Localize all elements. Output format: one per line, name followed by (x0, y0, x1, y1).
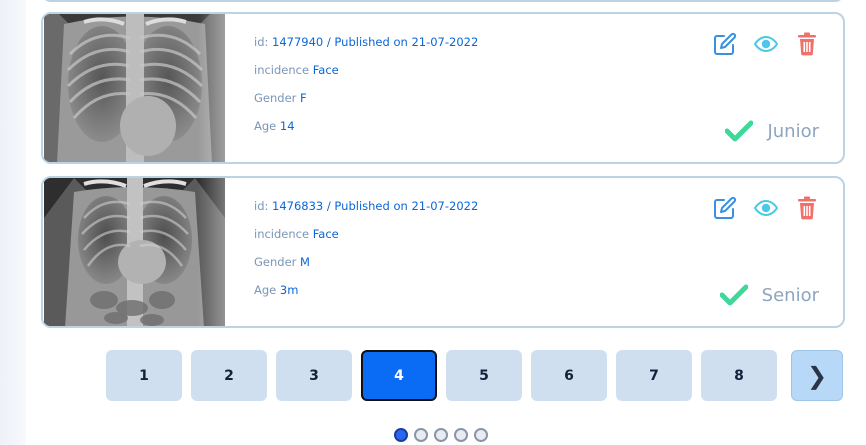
chest-xray-image (44, 178, 225, 326)
carousel-dots (394, 428, 488, 442)
card-actions (713, 196, 819, 220)
level-indicator: Senior (719, 284, 819, 306)
level-label: Junior (767, 120, 819, 142)
carousel-dot[interactable] (394, 428, 408, 442)
case-id: 1476833 (272, 199, 324, 213)
eye-icon (754, 35, 778, 53)
incidence-value: Face (312, 227, 339, 241)
id-label: id: (254, 35, 269, 49)
case-card: id: 1477940 / Published on 21-07-2022 in… (41, 12, 845, 164)
carousel-dot[interactable] (454, 428, 468, 442)
carousel-dot[interactable] (414, 428, 428, 442)
incidence-row: incidence Face (254, 62, 478, 90)
gender-value: M (300, 255, 310, 269)
page-button-8[interactable]: 8 (701, 350, 777, 401)
case-id-row: id: 1477940 / Published on 21-07-2022 (254, 34, 478, 62)
incidence-label: incidence (254, 63, 310, 77)
delete-button[interactable] (795, 196, 819, 220)
published-date: 21-07-2022 (411, 35, 479, 49)
incidence-label: incidence (254, 227, 310, 241)
next-page-button[interactable]: ❯ (791, 350, 843, 401)
card-actions (713, 32, 819, 56)
page-button-5[interactable]: 5 (446, 350, 522, 401)
delete-button[interactable] (795, 32, 819, 56)
age-value: 14 (279, 119, 295, 133)
case-id-row: id: 1476833 / Published on 21-07-2022 (254, 198, 478, 226)
case-id: 1477940 (272, 35, 324, 49)
published-date: 21-07-2022 (411, 199, 479, 213)
level-label: Senior (761, 284, 819, 306)
gender-row: Gender M (254, 254, 478, 282)
age-value: 3m (279, 283, 299, 297)
edit-icon (714, 196, 737, 219)
check-icon (719, 284, 748, 306)
edit-button[interactable] (713, 196, 737, 220)
page-button-1[interactable]: 1 (106, 350, 182, 401)
page-button-4[interactable]: 4 (361, 350, 437, 401)
trash-icon (798, 32, 816, 56)
left-background-strip (0, 0, 26, 445)
view-button[interactable] (754, 32, 778, 56)
case-info: id: 1476833 / Published on 21-07-2022 in… (254, 198, 478, 310)
incidence-row: incidence Face (254, 226, 478, 254)
age-label: Age (254, 283, 277, 297)
gender-value: F (300, 91, 307, 105)
page-button-6[interactable]: 6 (531, 350, 607, 401)
id-label: id: (254, 199, 269, 213)
previous-card-edge (41, 0, 845, 2)
incidence-value: Face (312, 63, 339, 77)
view-button[interactable] (754, 196, 778, 220)
gender-label: Gender (254, 91, 297, 105)
carousel-dot[interactable] (474, 428, 488, 442)
eye-icon (754, 199, 778, 217)
gender-row: Gender F (254, 90, 478, 118)
edit-icon (714, 32, 737, 55)
age-label: Age (254, 119, 277, 133)
published-label: / Published on (326, 199, 408, 213)
chest-xray-image (44, 14, 225, 162)
carousel-dot[interactable] (434, 428, 448, 442)
case-card: id: 1476833 / Published on 21-07-2022 in… (41, 176, 845, 328)
chevron-right-icon: ❯ (806, 361, 828, 390)
age-row: Age 3m (254, 282, 478, 310)
age-row: Age 14 (254, 118, 478, 146)
page-button-3[interactable]: 3 (276, 350, 352, 401)
trash-icon (798, 196, 816, 220)
page-button-2[interactable]: 2 (191, 350, 267, 401)
check-icon (725, 120, 754, 142)
case-info: id: 1477940 / Published on 21-07-2022 in… (254, 34, 478, 146)
published-label: / Published on (326, 35, 408, 49)
page-button-7[interactable]: 7 (616, 350, 692, 401)
level-indicator: Junior (725, 120, 819, 142)
edit-button[interactable] (713, 32, 737, 56)
gender-label: Gender (254, 255, 297, 269)
